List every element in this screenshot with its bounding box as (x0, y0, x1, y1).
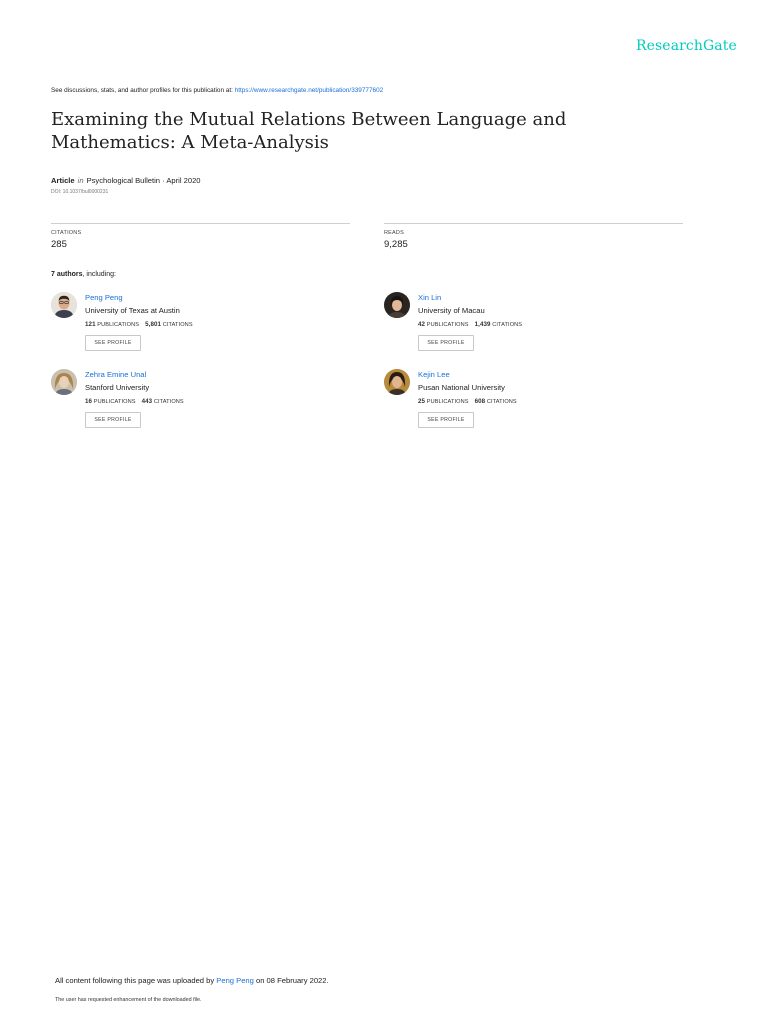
authors-suffix: , including: (82, 271, 116, 278)
author-photo-icon (384, 369, 410, 395)
see-profile-button[interactable]: SEE PROFILE (418, 335, 474, 351)
publications-label: PUBLICATIONS (426, 399, 469, 405)
discussion-line: See discussions, stats, and author profi… (51, 87, 383, 94)
author-stats: 16 PUBLICATIONS 443 CITATIONS (85, 398, 184, 405)
authors-heading: 7 authors, including: (51, 271, 116, 278)
publications-count: 16 (85, 398, 93, 405)
author-card: Peng Peng University of Texas at Austin … (51, 292, 351, 362)
discussion-text: See discussions, stats, and author profi… (51, 87, 233, 94)
citations-count: 5,801 (145, 321, 162, 328)
author-photo-icon (51, 292, 77, 318)
citations-count: 1,439 (474, 321, 491, 328)
author-stats: 42 PUBLICATIONS 1,439 CITATIONS (418, 321, 522, 328)
author-photo-icon (51, 369, 77, 395)
article-type: Article (51, 176, 75, 185)
author-avatar[interactable] (384, 369, 410, 395)
author-name[interactable]: Kejin Lee (418, 370, 450, 379)
author-photo-icon (384, 292, 410, 318)
citations-label: CITATIONS (162, 322, 193, 328)
publications-count: 121 (85, 321, 96, 328)
publications-label: PUBLICATIONS (426, 322, 469, 328)
publications-count: 25 (418, 398, 426, 405)
author-name[interactable]: Xin Lin (418, 293, 441, 302)
citations-count: 608 (474, 398, 486, 405)
researchgate-logo[interactable]: ResearchGate (636, 38, 737, 54)
journal-name[interactable]: Psychological Bulletin · April 2020 (87, 176, 201, 185)
reads-value: 9,285 (384, 239, 408, 250)
upload-prefix: All content following this page was uplo… (55, 976, 215, 985)
publication-title: Examining the Mutual Relations Between L… (51, 109, 567, 153)
author-avatar[interactable] (384, 292, 410, 318)
author-stats: 25 PUBLICATIONS 608 CITATIONS (418, 398, 517, 405)
uploader-link[interactable]: Peng Peng (216, 976, 254, 985)
citations-label: CITATIONS (51, 230, 82, 236)
publication-meta: Article in Psychological Bulletin · April … (51, 176, 201, 185)
author-card: Zehra Emine Unal Stanford University 16 … (51, 369, 351, 439)
author-card: Kejin Lee Pusan National University 25 P… (384, 369, 684, 439)
citations-label: CITATIONS (492, 322, 523, 328)
reads-label: READS (384, 230, 404, 236)
author-name[interactable]: Zehra Emine Unal (85, 370, 146, 379)
author-institution: Pusan National University (418, 383, 505, 392)
publications-label: PUBLICATIONS (97, 322, 140, 328)
author-institution: Stanford University (85, 383, 150, 392)
author-avatar[interactable] (51, 292, 77, 318)
publications-label: PUBLICATIONS (93, 399, 136, 405)
citations-label: CITATIONS (153, 399, 184, 405)
publications-count: 42 (418, 321, 426, 328)
publication-link[interactable]: https://www.researchgate.net/publication… (235, 87, 384, 94)
see-profile-button[interactable]: SEE PROFILE (85, 335, 141, 351)
see-profile-button[interactable]: SEE PROFILE (85, 412, 141, 428)
author-institution: University of Macau (418, 306, 485, 315)
upload-note: All content following this page was uplo… (55, 976, 329, 985)
enhancement-note: The user has requested enhancement of th… (55, 997, 202, 1003)
citations-label: CITATIONS (486, 399, 517, 405)
authors-count: 7 authors (51, 271, 83, 278)
author-name[interactable]: Peng Peng (85, 293, 123, 302)
see-profile-button[interactable]: SEE PROFILE (418, 412, 474, 428)
author-institution: University of Texas at Austin (85, 306, 180, 315)
citations-value: 285 (51, 239, 67, 250)
upload-suffix: on 08 February 2022. (256, 976, 329, 985)
author-card: Xin Lin University of Macau 42 PUBLICATI… (384, 292, 684, 362)
doi: DOI: 10.1037/bul0000231 (51, 189, 109, 195)
reads-divider (384, 223, 683, 224)
author-avatar[interactable] (51, 369, 77, 395)
in-word: in (77, 176, 84, 185)
citations-count: 443 (141, 398, 153, 405)
citations-divider (51, 223, 350, 224)
author-stats: 121 PUBLICATIONS 5,801 CITATIONS (85, 321, 193, 328)
